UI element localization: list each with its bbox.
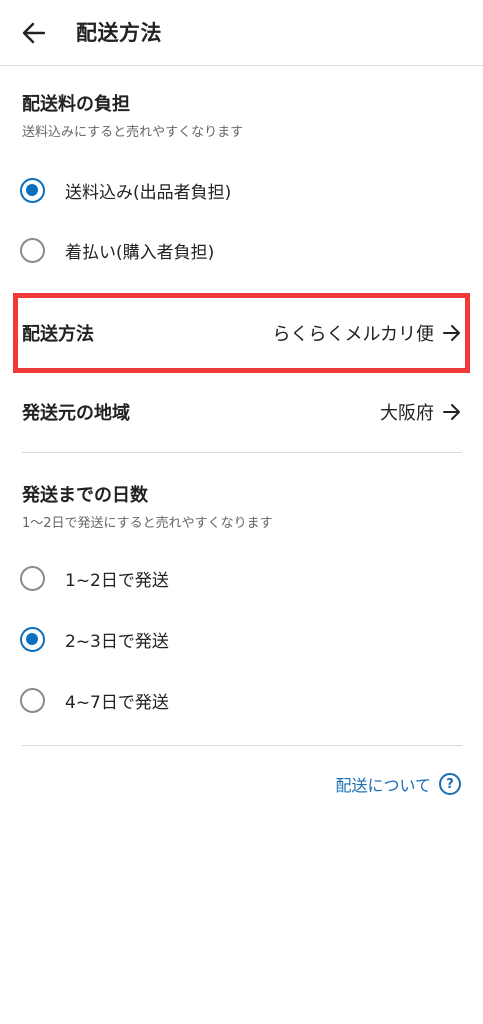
radio-selected-icon[interactable]: [20, 626, 45, 652]
radio-label: 2~3日で発送: [65, 631, 169, 652]
radio-selected-icon[interactable]: [20, 177, 45, 203]
radio-option-seller-pays[interactable]: 送料込み(出品者負担): [20, 173, 231, 207]
arrow-right-icon: [443, 404, 460, 420]
origin-region-value-group: 大阪府: [380, 399, 462, 425]
shipping-help-label: 配送について: [335, 776, 431, 795]
radio-label: 4~7日で発送: [65, 692, 169, 713]
radio-label: 着払い(購入者負担): [65, 242, 215, 263]
divider: [22, 452, 462, 453]
radio-option-buyer-pays[interactable]: 着払い(購入者負担): [20, 233, 214, 267]
shipping-method-row[interactable]: 配送方法 らくらくメルカリ便: [22, 313, 462, 353]
app-header: 配送方法: [0, 0, 483, 66]
arrow-left-icon: [22, 22, 46, 44]
radio-unselected-icon[interactable]: [20, 565, 45, 591]
page-title: 配送方法: [76, 21, 162, 45]
shipping-method-value: らくらくメルカリ便: [272, 324, 434, 345]
radio-label: 1~2日で発送: [65, 570, 169, 591]
origin-region-label: 発送元の地域: [22, 403, 130, 424]
back-button[interactable]: [14, 16, 54, 50]
radio-label: 送料込み(出品者負担): [65, 182, 232, 203]
arrow-right-icon: [443, 325, 460, 341]
shipping-help-link[interactable]: 配送について ?: [335, 769, 461, 799]
question-circle-icon: ?: [439, 773, 461, 795]
radio-option-days-1-2[interactable]: 1~2日で発送: [20, 561, 169, 595]
shipping-fee-subtitle: 送料込みにすると売れやすくなります: [22, 125, 244, 140]
shipping-method-label: 配送方法: [22, 324, 94, 345]
origin-region-row[interactable]: 発送元の地域 大阪府: [22, 392, 462, 432]
radio-option-days-2-3[interactable]: 2~3日で発送: [20, 622, 169, 656]
shipping-method-value-group: らくらくメルカリ便: [273, 320, 462, 346]
radio-unselected-icon[interactable]: [20, 687, 45, 713]
radio-option-days-4-7[interactable]: 4~7日で発送: [20, 683, 169, 717]
shipping-fee-title: 配送料の負担: [22, 94, 130, 115]
origin-region-value: 大阪府: [380, 403, 434, 424]
days-title: 発送までの日数: [22, 485, 148, 506]
divider: [22, 745, 462, 746]
radio-unselected-icon[interactable]: [20, 237, 45, 263]
days-subtitle: 1〜2日で発送にすると売れやすくなります: [22, 516, 273, 531]
